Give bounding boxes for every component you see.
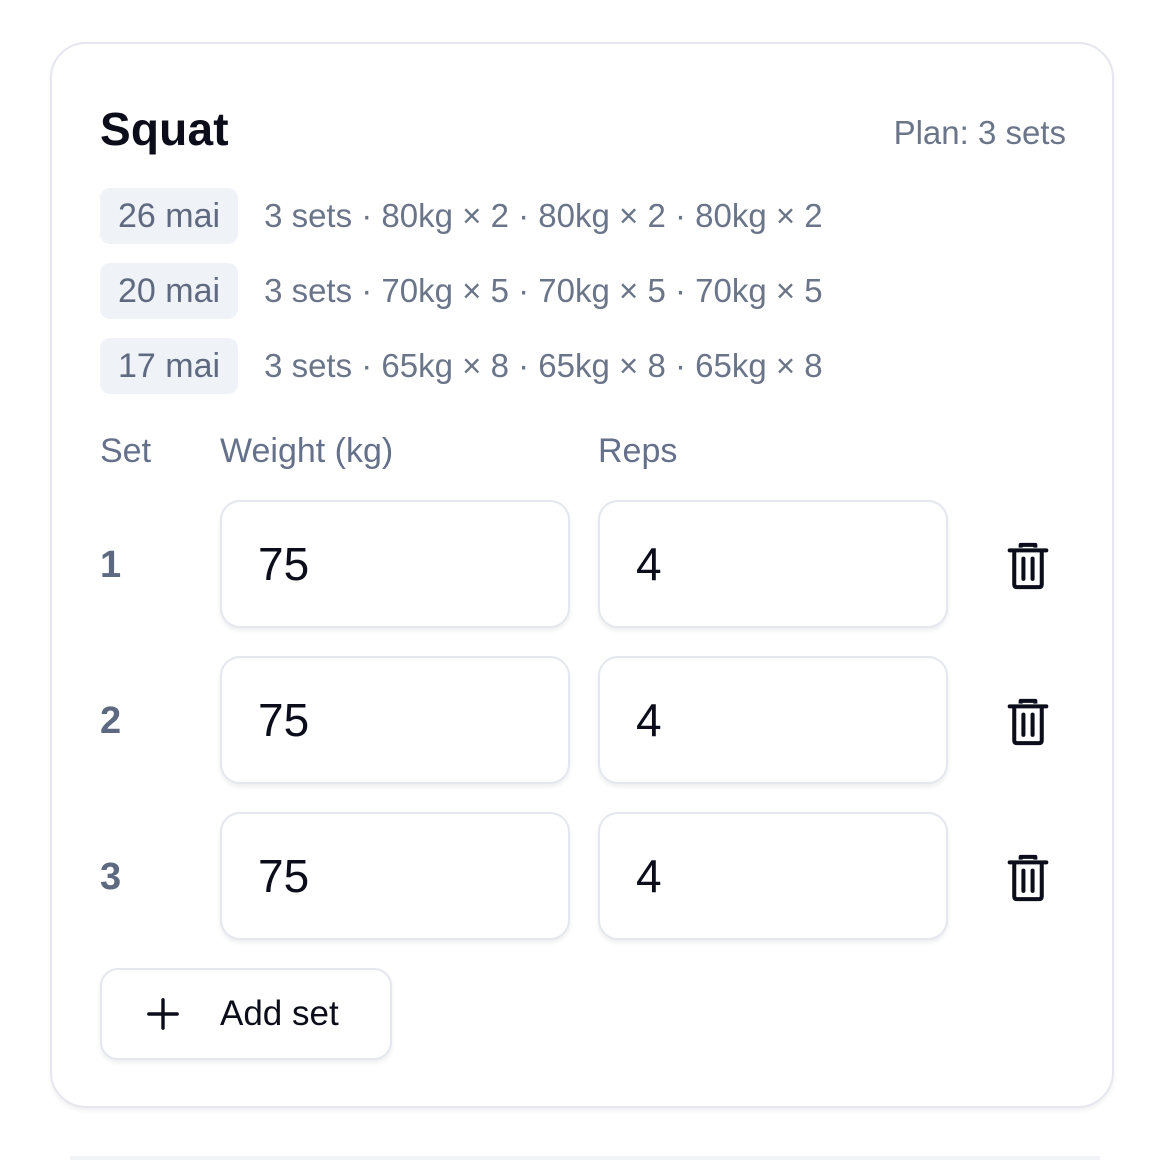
history-row: 20 mai 3 sets · 70kg × 5 · 70kg × 5 · 70… xyxy=(100,263,823,319)
next-card-edge xyxy=(70,1156,1100,1160)
column-header-set: Set xyxy=(100,432,152,470)
history-date-chip: 20 mai xyxy=(100,263,239,319)
weight-input[interactable]: 75 xyxy=(220,500,570,628)
history-row: 17 mai 3 sets · 65kg × 8 · 65kg × 8 · 65… xyxy=(100,338,823,394)
column-header-reps: Reps xyxy=(598,432,678,470)
column-header-weight: Weight (kg) xyxy=(220,432,394,470)
trash-icon[interactable] xyxy=(1006,698,1050,746)
history-summary: 3 sets · 70kg × 5 · 70kg × 5 · 70kg × 5 xyxy=(264,272,823,309)
exercise-card: Squat Plan: 3 sets 26 mai 3 sets · 80kg … xyxy=(50,42,1114,1108)
history-row: 26 mai 3 sets · 80kg × 2 · 80kg × 2 · 80… xyxy=(100,188,823,244)
set-number: 3 xyxy=(100,856,122,898)
add-set-label: Add set xyxy=(220,994,339,1033)
history-summary: 3 sets · 65kg × 8 · 65kg × 8 · 65kg × 8 xyxy=(264,347,823,384)
weight-input[interactable]: 75 xyxy=(220,812,570,940)
plus-icon xyxy=(147,998,179,1030)
history-date-chip: 17 mai xyxy=(100,338,239,394)
reps-input[interactable]: 4 xyxy=(598,656,948,784)
plan-label: Plan: 3 sets xyxy=(893,114,1066,151)
weight-input[interactable]: 75 xyxy=(220,656,570,784)
trash-icon[interactable] xyxy=(1006,854,1050,902)
set-number: 1 xyxy=(100,544,122,586)
set-number: 2 xyxy=(100,700,122,742)
reps-input[interactable]: 4 xyxy=(598,812,948,940)
reps-input[interactable]: 4 xyxy=(598,500,948,628)
exercise-title: Squat xyxy=(100,103,229,155)
trash-icon[interactable] xyxy=(1006,542,1050,590)
history-date-chip: 26 mai xyxy=(100,188,239,244)
add-set-button[interactable]: Add set xyxy=(100,968,392,1060)
history-summary: 3 sets · 80kg × 2 · 80kg × 2 · 80kg × 2 xyxy=(264,197,823,234)
